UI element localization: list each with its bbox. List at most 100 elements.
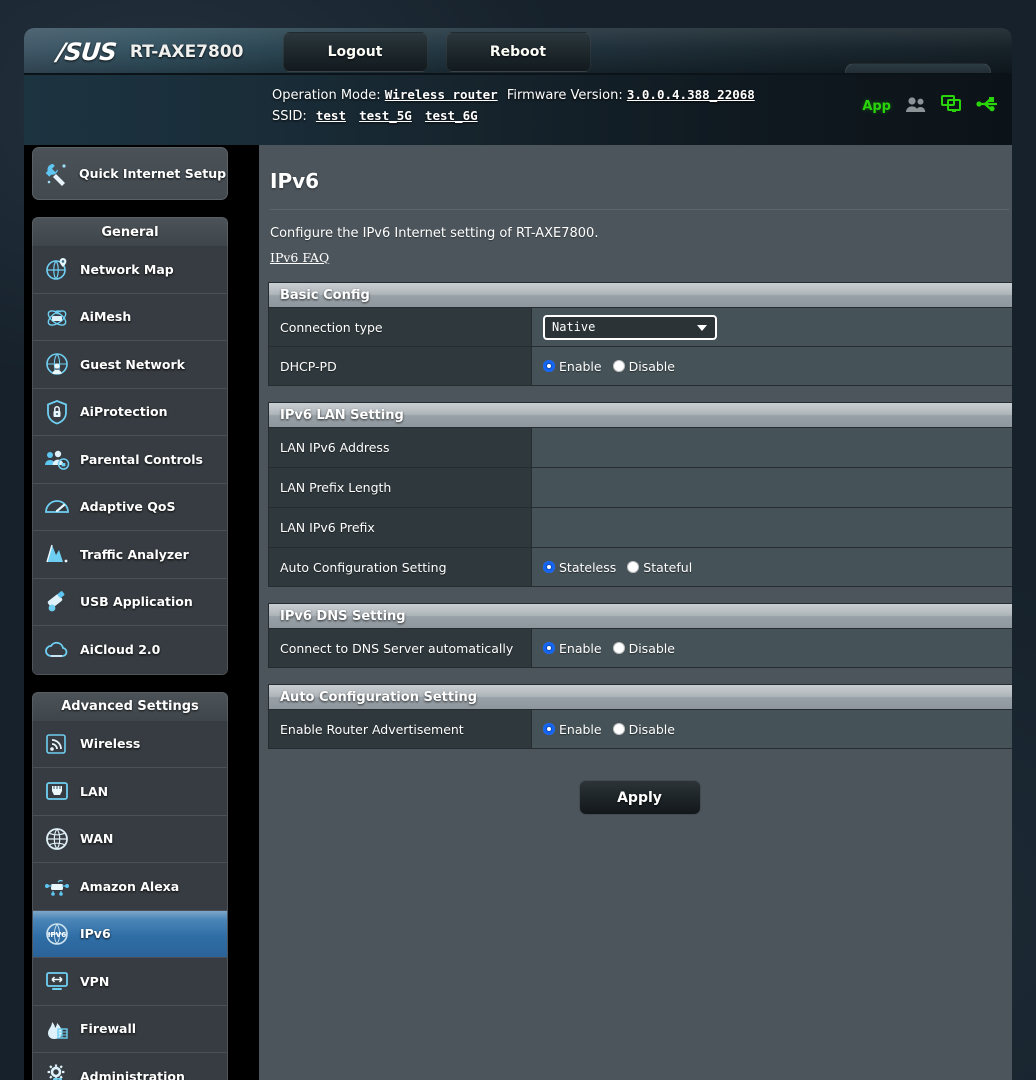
users-icon[interactable]	[905, 96, 927, 117]
ssid-link-3[interactable]: test_6G	[425, 108, 478, 123]
app-link[interactable]: App	[862, 99, 891, 114]
sidebar-item-label: Administration	[80, 1069, 185, 1080]
ipv6-lan-setting-section: IPv6 LAN Setting LAN IPv6 Address LAN Pr…	[268, 402, 1012, 587]
sidebar-item-label: Wireless	[80, 736, 140, 751]
shield-lock-icon	[33, 399, 80, 425]
vpn-icon	[33, 968, 80, 994]
usb-icon[interactable]	[976, 95, 998, 117]
row-label: LAN Prefix Length	[269, 468, 532, 507]
asus-logo: /SUS	[56, 38, 118, 66]
radio-dot	[543, 723, 555, 735]
operation-mode-value[interactable]: Wireless router	[385, 87, 498, 102]
row-value	[532, 508, 1012, 547]
sidebar-item-administration[interactable]: Administration	[33, 1053, 227, 1080]
cloud-icon	[33, 637, 80, 663]
row-label: Connection type	[269, 308, 532, 346]
ssid-link-2[interactable]: test_5G	[359, 108, 412, 123]
apply-row: Apply	[259, 780, 1012, 815]
sidebar: Quick Internet Setup General	[32, 145, 228, 1080]
row-lan-prefix-length: LAN Prefix Length	[269, 468, 1012, 508]
row-enable-router-advertisement: Enable Router Advertisement Enable Disab…	[269, 710, 1012, 748]
stateless-radio[interactable]: Stateless	[543, 560, 616, 575]
ssid-label: SSID:	[272, 109, 307, 124]
page-description: Configure the IPv6 Internet setting of R…	[259, 210, 1012, 241]
row-label: LAN IPv6 Address	[269, 428, 532, 467]
sidebar-item-aicloud[interactable]: AiCloud 2.0	[33, 626, 227, 674]
radio-label: Disable	[629, 722, 675, 737]
row-connection-type: Connection type Native	[269, 308, 1012, 347]
radio-dot	[627, 561, 639, 573]
firmware-value[interactable]: 3.0.0.4.388_22068	[627, 87, 755, 102]
sidebar-item-aiprotection[interactable]: AiProtection	[33, 389, 227, 437]
sidebar-item-firewall[interactable]: Firewall	[33, 1006, 227, 1054]
lan-port-icon	[33, 778, 80, 804]
section-heading: Basic Config	[269, 283, 1012, 308]
sidebar-item-label: AiMesh	[80, 309, 131, 324]
dhcp-pd-enable-radio[interactable]: Enable	[543, 359, 602, 374]
aimesh-icon	[33, 304, 80, 330]
traffic-analyzer-icon	[33, 541, 80, 567]
general-menu-group: General Network Map	[32, 217, 228, 675]
router-advertisement-disable-radio[interactable]: Disable	[613, 722, 675, 737]
section-heading-label: IPv6 LAN Setting	[280, 408, 404, 423]
general-menu-list: Network Map AiMesh	[32, 246, 228, 675]
row-value: Enable Disable	[532, 710, 1012, 748]
sidebar-item-parental-controls[interactable]: Parental Controls	[33, 436, 227, 484]
ipv6-faq-link[interactable]: IPv6 FAQ	[270, 250, 329, 265]
banner-line-1: Operation Mode: Wireless router Firmware…	[272, 85, 755, 106]
quick-internet-setup-label: Quick Internet Setup	[79, 166, 226, 181]
quick-internet-setup-button[interactable]: Quick Internet Setup	[32, 147, 228, 200]
sidebar-item-wan[interactable]: WAN	[33, 816, 227, 864]
general-header: General	[32, 217, 228, 246]
stateful-radio[interactable]: Stateful	[627, 560, 692, 575]
operation-mode-label: Operation Mode:	[272, 88, 381, 103]
sidebar-item-guest-network[interactable]: Guest Network	[33, 341, 227, 389]
router-model-label: RT-AXE7800	[130, 42, 244, 62]
logout-button[interactable]: Logout	[283, 32, 428, 72]
sidebar-item-label: AiCloud 2.0	[80, 642, 160, 657]
sidebar-item-lan[interactable]: LAN	[33, 768, 227, 816]
quick-setup-icon	[33, 161, 79, 187]
usb-application-icon	[33, 589, 80, 615]
globe-icon	[33, 826, 80, 852]
monitor-icon[interactable]	[941, 95, 962, 117]
sidebar-item-label: AiProtection	[80, 404, 167, 419]
apply-button[interactable]: Apply	[579, 780, 701, 815]
dns-enable-radio[interactable]: Enable	[543, 641, 602, 656]
radio-label: Enable	[559, 359, 602, 374]
sidebar-item-network-map[interactable]: Network Map	[33, 246, 227, 294]
section-heading-label: Basic Config	[280, 288, 370, 303]
radio-dot	[613, 642, 625, 654]
sidebar-item-usb-application[interactable]: USB Application	[33, 579, 227, 627]
sidebar-item-wireless[interactable]: Wireless	[33, 721, 227, 769]
radio-dot	[543, 642, 555, 654]
sidebar-item-label: WAN	[80, 831, 113, 846]
dhcp-pd-disable-radio[interactable]: Disable	[613, 359, 675, 374]
sidebar-item-vpn[interactable]: VPN	[33, 958, 227, 1006]
sidebar-item-label: VPN	[80, 974, 109, 989]
sidebar-item-aimesh[interactable]: AiMesh	[33, 294, 227, 342]
dns-disable-radio[interactable]: Disable	[613, 641, 675, 656]
row-value	[532, 468, 1012, 507]
router-advertisement-enable-radio[interactable]: Enable	[543, 722, 602, 737]
sidebar-item-label: USB Application	[80, 594, 193, 609]
ipv6-icon: IPV6	[33, 921, 80, 947]
reboot-button[interactable]: Reboot	[446, 32, 591, 72]
sidebar-item-ipv6[interactable]: IPV6 IPv6	[33, 911, 227, 959]
router-advertisement-radio-group: Enable Disable	[543, 722, 675, 737]
sidebar-item-label: Firewall	[80, 1021, 136, 1036]
auto-configuration-setting-section: Auto Configuration Setting Enable Router…	[268, 684, 1012, 749]
sidebar-item-label: IPv6	[80, 926, 111, 941]
connection-type-select[interactable]: Native	[543, 315, 717, 340]
sidebar-item-traffic-analyzer[interactable]: Traffic Analyzer	[33, 531, 227, 579]
sidebar-item-amazon-alexa[interactable]: Amazon Alexa	[33, 863, 227, 911]
advanced-menu-list: Wireless LAN	[32, 721, 228, 1080]
parental-controls-icon	[33, 446, 80, 472]
radio-dot	[543, 561, 555, 573]
row-lan-ipv6-prefix: LAN IPv6 Prefix	[269, 508, 1012, 548]
sidebar-item-label: Network Map	[80, 262, 174, 277]
ssid-link-1[interactable]: test	[316, 108, 346, 123]
sidebar-item-adaptive-qos[interactable]: Adaptive QoS	[33, 484, 227, 532]
row-value: Stateless Stateful	[532, 548, 1012, 586]
status-banner: Operation Mode: Wireless router Firmware…	[24, 75, 1012, 145]
